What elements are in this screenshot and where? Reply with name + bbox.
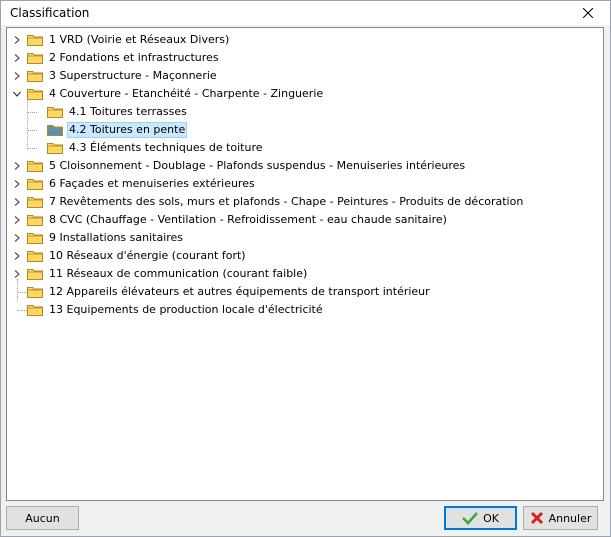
tree-node[interactable]: 5 Cloisonnement - Doublage - Plafonds su… xyxy=(11,157,467,175)
tree-node[interactable]: 7 Revêtements des sols, murs et plafonds… xyxy=(11,193,525,211)
tree-node-label: 4 Couverture - Etanchéité - Charpente - … xyxy=(49,87,324,100)
none-button[interactable]: Aucun xyxy=(6,506,79,530)
classification-dialog: Classification 1 VRD (Voirie et Réseaux … xyxy=(0,0,611,537)
chevron-right-icon[interactable] xyxy=(11,247,23,265)
none-button-label: Aucun xyxy=(25,511,60,525)
tree-guide-line xyxy=(27,99,28,149)
tree-node-label: 11 Réseaux de communication (courant fai… xyxy=(49,267,308,280)
tree-guide-branch xyxy=(17,292,27,293)
tree-node[interactable]: 13 Equipements de production locale d'él… xyxy=(11,301,325,319)
dialog-title: Classification xyxy=(10,6,90,20)
tree-node-label: 2 Fondations et infrastructures xyxy=(49,51,219,64)
chevron-right-icon[interactable] xyxy=(11,211,23,229)
tree-node[interactable]: 9 Installations sanitaires xyxy=(11,229,185,247)
chevron-right-icon[interactable] xyxy=(11,175,23,193)
tree-node-label: 3 Superstructure - Maçonnerie xyxy=(49,69,217,82)
ok-button[interactable]: OK xyxy=(444,506,517,530)
folder-icon xyxy=(47,142,63,154)
tree-node[interactable]: 12 Appareils élévateurs et autres équipe… xyxy=(11,283,432,301)
tree-guide-line xyxy=(17,279,18,301)
folder-icon xyxy=(27,178,43,190)
cancel-button[interactable]: Annuler xyxy=(523,506,598,530)
folder-icon xyxy=(27,70,43,82)
close-icon xyxy=(583,8,593,18)
folder-icon xyxy=(27,196,43,208)
folder-icon xyxy=(27,286,43,298)
tree-node[interactable]: 2 Fondations et infrastructures xyxy=(11,49,221,67)
red-x-icon xyxy=(530,511,543,525)
folder-icon xyxy=(27,34,43,46)
tree-child-node[interactable]: 4.3 Éléments techniques de toiture xyxy=(31,139,265,157)
tree-node-label: 10 Réseaux d'énergie (courant fort) xyxy=(49,249,246,262)
tree-node[interactable]: 11 Réseaux de communication (courant fai… xyxy=(11,265,309,283)
close-button[interactable] xyxy=(566,1,610,25)
tree-node[interactable]: 6 Façades et menuiseries extérieures xyxy=(11,175,257,193)
tree-node-label: 12 Appareils élévateurs et autres équipe… xyxy=(49,285,430,298)
folder-icon xyxy=(27,268,43,280)
tree-guide-branch xyxy=(27,148,37,149)
tree-node-label: 6 Façades et menuiseries extérieures xyxy=(49,177,255,190)
title-bar: Classification xyxy=(1,1,610,25)
tree-node-label: 4.2 Toitures en pente xyxy=(67,122,188,138)
tree-node[interactable]: 4 Couverture - Etanchéité - Charpente - … xyxy=(11,85,325,103)
tree-node-label: 4.3 Éléments techniques de toiture xyxy=(69,141,263,154)
folder-icon xyxy=(27,52,43,64)
tree-child-node[interactable]: 4.2 Toitures en pente xyxy=(31,121,188,139)
tree-guide-branch xyxy=(17,310,27,311)
chevron-right-icon[interactable] xyxy=(11,49,23,67)
cancel-button-label: Annuler xyxy=(548,511,592,525)
tree-child-node[interactable]: 4.1 Toitures terrasses xyxy=(31,103,189,121)
ok-button-label: OK xyxy=(483,511,499,525)
folder-icon xyxy=(27,250,43,262)
tree-guide-branch xyxy=(27,112,37,113)
chevron-right-icon[interactable] xyxy=(11,157,23,175)
tree-node-label: 8 CVC (Chauffage - Ventilation - Refroid… xyxy=(49,213,447,226)
checkmark-icon xyxy=(462,512,478,525)
folder-icon xyxy=(27,160,43,172)
tree-node[interactable]: 8 CVC (Chauffage - Ventilation - Refroid… xyxy=(11,211,449,229)
tree-node-label: 1 VRD (Voirie et Réseaux Divers) xyxy=(49,33,230,46)
folder-icon xyxy=(27,232,43,244)
tree-node-label: 7 Revêtements des sols, murs et plafonds… xyxy=(49,195,524,208)
folder-icon xyxy=(47,106,63,118)
tree-node[interactable]: 3 Superstructure - Maçonnerie xyxy=(11,67,219,85)
tree-guide-branch xyxy=(27,130,37,131)
folder-icon xyxy=(27,88,43,100)
tree-node-label: 9 Installations sanitaires xyxy=(49,231,184,244)
chevron-right-icon[interactable] xyxy=(11,67,23,85)
chevron-right-icon[interactable] xyxy=(11,31,23,49)
tree-node[interactable]: 1 VRD (Voirie et Réseaux Divers) xyxy=(11,31,231,49)
chevron-right-icon[interactable] xyxy=(11,193,23,211)
chevron-down-icon[interactable] xyxy=(11,85,23,103)
folder-icon xyxy=(27,304,43,316)
tree-node-label: 13 Equipements de production locale d'él… xyxy=(49,303,323,316)
tree-node-label: 4.1 Toitures terrasses xyxy=(69,105,187,118)
folder-icon xyxy=(47,124,63,136)
folder-icon xyxy=(27,214,43,226)
chevron-right-icon[interactable] xyxy=(11,229,23,247)
classification-tree[interactable]: 1 VRD (Voirie et Réseaux Divers) 2 Fondat… xyxy=(6,27,604,501)
tree-node[interactable]: 10 Réseaux d'énergie (courant fort) xyxy=(11,247,248,265)
tree-node-label: 5 Cloisonnement - Doublage - Plafonds su… xyxy=(49,159,466,172)
